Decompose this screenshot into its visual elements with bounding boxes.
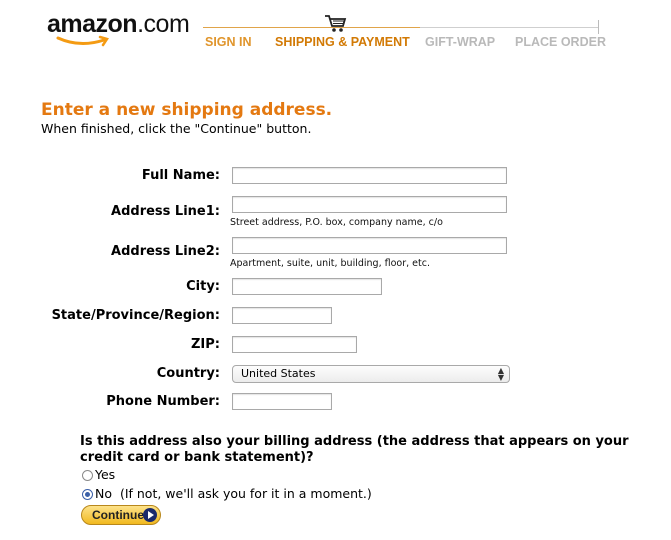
state-input[interactable] [232, 307, 332, 324]
billing-no-radio[interactable] [82, 489, 93, 500]
step-shipping-payment: SHIPPING & PAYMENT [275, 35, 410, 49]
country-select[interactable]: United States ▲ ▼ [232, 365, 510, 383]
city-label: City: [186, 279, 220, 294]
state-label: State/Province/Region: [51, 308, 220, 323]
continue-label: Continue [92, 508, 144, 522]
full-name-input[interactable] [232, 167, 507, 184]
step-place-order: PLACE ORDER [515, 35, 606, 49]
address-line1-input[interactable] [232, 196, 507, 213]
logo-word: amazon [47, 10, 138, 38]
address-line1-hint: Street address, P.O. box, company name, … [230, 217, 443, 228]
country-label: Country: [156, 366, 220, 381]
checkout-progress-remaining [420, 27, 599, 28]
checkout-progress-end [598, 20, 599, 34]
zip-input[interactable] [232, 336, 357, 353]
full-name-label: Full Name: [141, 168, 220, 183]
billing-yes-label[interactable]: Yes [95, 467, 115, 482]
continue-button[interactable]: Continue [81, 505, 161, 525]
step-gift-wrap: GIFT-WRAP [425, 35, 496, 49]
country-selected-value: United States [241, 367, 316, 380]
city-input[interactable] [232, 278, 382, 295]
address-line2-input[interactable] [232, 237, 507, 254]
page-title: Enter a new shipping address. [41, 100, 333, 120]
address-line2-hint: Apartment, suite, unit, building, floor,… [230, 258, 430, 269]
cart-icon [325, 15, 347, 32]
play-arrow-icon [143, 508, 157, 522]
page-subtitle: When finished, click the "Continue" butt… [41, 121, 312, 136]
logo-suffix: .com [137, 10, 190, 38]
address-line2-label: Address Line2: [111, 244, 220, 259]
address-line1-label: Address Line1: [111, 204, 220, 219]
zip-label: ZIP: [191, 337, 220, 352]
billing-yes-radio[interactable] [82, 470, 93, 481]
step-sign-in[interactable]: SIGN IN [205, 35, 252, 49]
billing-no-label[interactable]: No (If not, we'll ask you for it in a mo… [95, 486, 372, 501]
billing-question: Is this address also your billing addres… [80, 434, 629, 465]
phone-label: Phone Number: [106, 394, 220, 409]
phone-input[interactable] [232, 393, 332, 410]
smile-arrow-icon [56, 35, 109, 47]
select-arrows-icon: ▲ ▼ [497, 366, 504, 382]
